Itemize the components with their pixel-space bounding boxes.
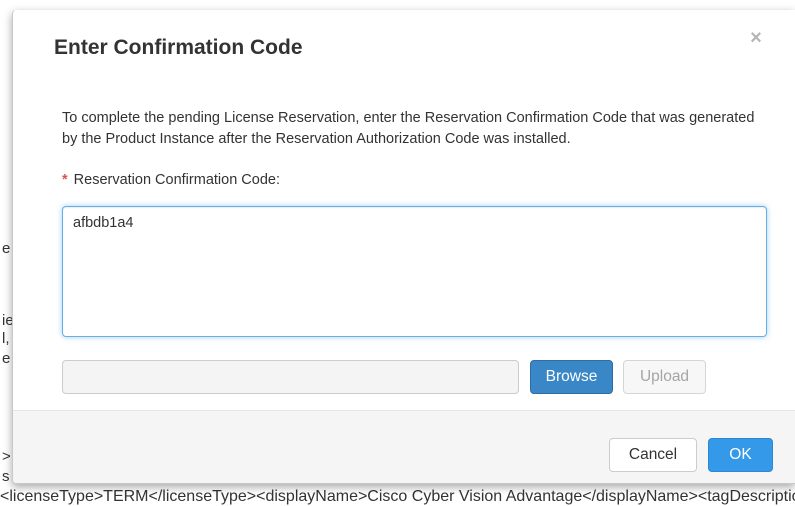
dialog-description: To complete the pending License Reservat… [62,110,755,147]
background-text: s [2,468,10,485]
ok-button[interactable]: OK [708,438,773,472]
dialog-title: Enter Confirmation Code [54,36,303,59]
browse-button[interactable]: Browse [530,360,613,394]
code-field-label: * Reservation Confirmation Code: [62,172,280,188]
cancel-button[interactable]: Cancel [609,438,697,472]
file-path-field[interactable] [62,360,519,394]
background-text: > [2,448,11,465]
background-xml-text: <licenseType>TERM</licenseType><displayN… [0,488,795,505]
close-icon[interactable]: × [746,28,766,48]
background-text: e [2,240,11,257]
background-text: l, [2,330,10,347]
confirmation-code-dialog: Enter Confirmation Code × To complete th… [12,10,795,484]
upload-button[interactable]: Upload [623,360,706,394]
confirmation-code-input[interactable]: afbdb1a4 [62,206,767,337]
code-field-label-text: Reservation Confirmation Code: [73,172,280,188]
required-indicator: * [62,172,68,188]
background-text: e [2,350,11,367]
